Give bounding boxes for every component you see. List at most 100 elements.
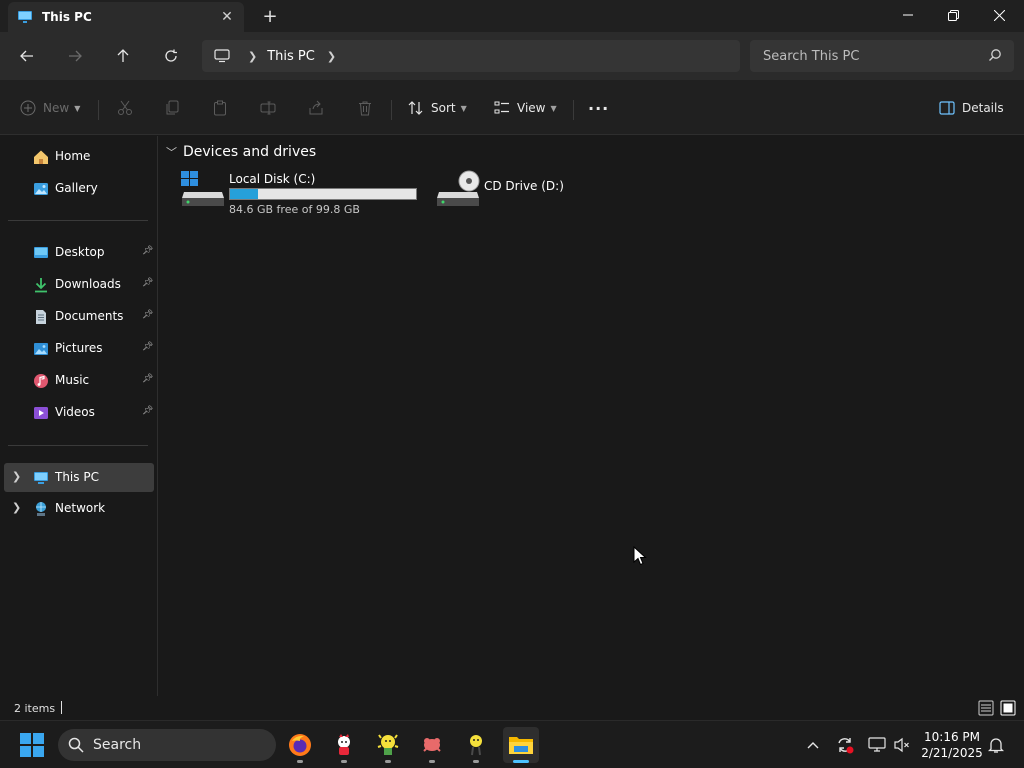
cut-button[interactable] <box>117 94 133 122</box>
address-bar[interactable]: ❯ This PC ❯ <box>202 40 740 72</box>
details-pane-button[interactable]: Details <box>939 94 1004 122</box>
sidebar-item-music[interactable]: Music 📌︎ <box>4 368 154 394</box>
running-indicator <box>385 760 391 763</box>
network-tray-button[interactable] <box>867 735 887 755</box>
details-label: Details <box>962 101 1004 115</box>
close-window-button[interactable] <box>976 0 1022 30</box>
sort-icon <box>408 101 423 115</box>
system-clock[interactable]: 10:16 PM 2/21/2025 <box>920 729 984 761</box>
minimize-icon <box>903 14 913 16</box>
sidebar-item-label: Videos <box>55 405 95 419</box>
sidebar-item-this-pc[interactable]: ❯ This PC <box>4 463 154 492</box>
chevron-down-icon[interactable]: ﹀ <box>166 144 177 160</box>
minimize-button[interactable] <box>885 0 931 30</box>
sidebar-item-documents[interactable]: Documents 📌︎ <box>4 304 154 330</box>
restore-button[interactable] <box>930 0 976 30</box>
rename-button[interactable] <box>260 94 276 122</box>
sidebar-item-gallery[interactable]: Gallery <box>4 176 154 202</box>
sidebar-item-label: Pictures <box>55 341 103 355</box>
speaker-muted-icon <box>894 737 909 753</box>
view-button[interactable]: View ▼ <box>494 94 557 122</box>
file-explorer-icon <box>509 737 533 754</box>
app-icon <box>470 735 482 756</box>
volume-tray-button[interactable] <box>892 735 912 755</box>
breadcrumb-this-pc[interactable]: This PC <box>267 49 315 64</box>
taskbar-app-1[interactable] <box>326 727 362 763</box>
pin-icon[interactable]: 📌︎ <box>142 310 153 320</box>
view-list-icon <box>494 101 509 114</box>
drive-local-disk-c[interactable]: Local Disk (C:) 84.6 GB free of 99.8 GB <box>178 170 422 220</box>
share-icon <box>309 100 323 115</box>
taskbar-app-2[interactable] <box>370 727 406 763</box>
tiles-view-button[interactable] <box>1000 700 1016 719</box>
status-bar: 2 items <box>0 696 1024 720</box>
tab-this-pc[interactable]: This PC ✕ <box>8 2 244 32</box>
search-placeholder: Search This PC <box>763 48 860 64</box>
share-button[interactable] <box>308 94 324 122</box>
sidebar-item-downloads[interactable]: Downloads 📌︎ <box>4 272 154 298</box>
copy-button[interactable] <box>164 94 180 122</box>
sync-status-icon-button[interactable] <box>835 735 855 755</box>
sort-button[interactable]: Sort ▼ <box>408 94 467 122</box>
command-bar: New ▼ Sort ▼ View ▼ ··· Details <box>0 80 1024 135</box>
new-button[interactable]: New ▼ <box>20 94 80 122</box>
search-icon <box>989 49 1001 61</box>
details-pane-icon <box>939 101 955 115</box>
pin-icon[interactable]: 📌︎ <box>142 374 153 384</box>
chevron-right-icon[interactable]: ❯ <box>327 50 336 63</box>
sidebar-item-network[interactable]: ❯ Network <box>4 496 154 522</box>
sidebar-item-label: Desktop <box>55 245 105 259</box>
taskbar-search[interactable]: Search <box>58 729 276 761</box>
up-button[interactable] <box>109 42 137 70</box>
chevron-right-icon[interactable]: ❯ <box>12 501 21 514</box>
tab-title: This PC <box>42 10 92 24</box>
running-indicator <box>473 760 479 763</box>
tab-close-button[interactable]: ✕ <box>218 8 236 26</box>
notifications-button[interactable] <box>986 735 1006 755</box>
divider <box>391 100 392 120</box>
divider <box>8 220 148 221</box>
chevron-right-icon[interactable]: ❯ <box>12 470 21 483</box>
forward-button[interactable] <box>61 42 89 70</box>
divider <box>98 100 99 120</box>
pin-icon[interactable]: 📌︎ <box>142 246 153 256</box>
divider <box>573 100 574 120</box>
chevron-down-icon: ▼ <box>460 103 467 113</box>
delete-button[interactable] <box>357 94 373 122</box>
start-button[interactable] <box>20 733 44 760</box>
show-hidden-icons-button[interactable] <box>803 735 823 755</box>
taskbar-app-3[interactable] <box>414 727 450 763</box>
paste-button[interactable] <box>212 94 228 122</box>
address-row: ❯ This PC ❯ Search This PC <box>0 32 1024 80</box>
pin-icon[interactable]: 📌︎ <box>142 406 153 416</box>
search-input[interactable]: Search This PC <box>750 40 1014 72</box>
sort-label: Sort <box>431 101 456 115</box>
sidebar-item-desktop[interactable]: Desktop 📌︎ <box>4 240 154 266</box>
drive-usage-fill <box>230 189 259 199</box>
drive-cd-d[interactable]: CD Drive (D:) <box>433 170 564 220</box>
running-indicator <box>297 760 303 763</box>
new-tab-button[interactable]: + <box>258 4 282 28</box>
more-options-button[interactable]: ··· <box>588 94 609 122</box>
pictures-icon <box>34 343 48 355</box>
item-count: 2 items <box>14 702 56 715</box>
taskbar-app-file-explorer[interactable] <box>503 727 539 763</box>
group-header-devices[interactable]: ﹀ Devices and drives <box>166 144 316 160</box>
back-button[interactable] <box>13 42 41 70</box>
file-list: ﹀ Devices and drives Local Disk (C:) 84.… <box>160 136 1024 696</box>
chevron-up-icon <box>807 742 819 749</box>
refresh-button[interactable] <box>157 42 185 70</box>
windows-logo-icon <box>20 733 44 757</box>
taskbar-app-4[interactable] <box>458 727 494 763</box>
pin-icon[interactable]: 📌︎ <box>142 278 153 288</box>
sidebar-item-home[interactable]: Home <box>4 144 154 170</box>
sidebar-item-pictures[interactable]: Pictures 📌︎ <box>4 336 154 362</box>
taskbar-app-firefox[interactable] <box>282 727 318 763</box>
view-label: View <box>517 101 546 115</box>
pin-icon[interactable]: 📌︎ <box>142 342 153 352</box>
chevron-right-icon[interactable]: ❯ <box>248 50 257 63</box>
sidebar-item-videos[interactable]: Videos 📌︎ <box>4 400 154 426</box>
details-view-button[interactable] <box>978 700 994 719</box>
group-title: Devices and drives <box>183 144 317 160</box>
sidebar-item-label: Network <box>55 501 106 515</box>
